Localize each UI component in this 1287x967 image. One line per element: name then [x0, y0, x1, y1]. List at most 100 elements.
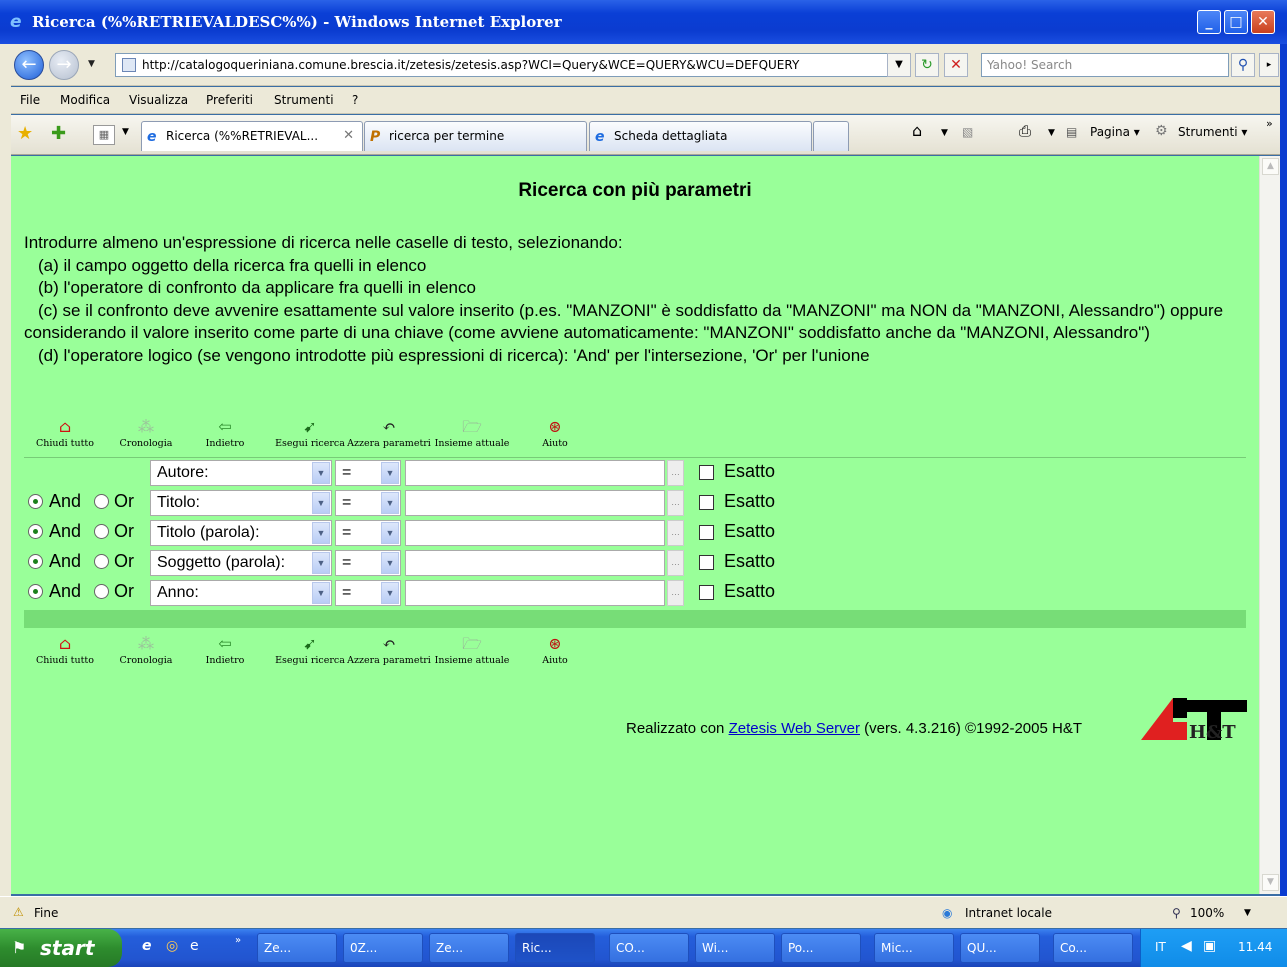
and-radio[interactable] [28, 494, 43, 509]
zetesis-link[interactable]: Zetesis Web Server [729, 720, 860, 737]
home-icon[interactable]: ⌂ [912, 121, 922, 140]
taskbar-button[interactable]: Ze... [429, 933, 509, 963]
help-button[interactable]: ⊛ Aiuto [532, 416, 578, 449]
print-dropdown-icon[interactable]: ▼ [1048, 128, 1055, 138]
field-select[interactable]: Titolo (parola): ▼ [150, 520, 332, 546]
field-select[interactable]: Soggetto (parola): ▼ [150, 550, 332, 576]
operator-select[interactable]: = ▼ [335, 490, 401, 516]
operator-select[interactable]: = ▼ [335, 550, 401, 576]
network-icon[interactable]: ▣ [1203, 938, 1216, 954]
search-term-input[interactable] [405, 520, 665, 546]
field-select[interactable]: Titolo: ▼ [150, 490, 332, 516]
print-icon[interactable]: ⎙ [1019, 122, 1031, 140]
chevron-more-icon[interactable]: » [1266, 117, 1273, 130]
add-favorite-icon[interactable]: ✚ [51, 123, 66, 144]
taskbar-button[interactable]: QU... [960, 933, 1040, 963]
menu-visualizza[interactable]: Visualizza [129, 93, 188, 107]
exact-checkbox[interactable] [699, 585, 714, 600]
refresh-icon[interactable]: ↻ [915, 53, 939, 77]
menu-preferiti[interactable]: Preferiti [206, 93, 253, 107]
exact-checkbox[interactable] [699, 555, 714, 570]
forward-button[interactable]: → [49, 50, 79, 80]
tools-menu-button[interactable]: Strumenti ▾ [1178, 125, 1247, 139]
operator-select[interactable]: = ▼ [335, 580, 401, 606]
operator-select[interactable]: = ▼ [335, 460, 401, 486]
back-page-button[interactable]: ⇦ Indietro [204, 416, 246, 449]
or-radio[interactable] [94, 584, 109, 599]
taskbar-button[interactable]: CO... [609, 933, 689, 963]
page-menu-button[interactable]: Pagina ▾ [1090, 125, 1140, 139]
taskbar-button[interactable]: Co... [1053, 933, 1133, 963]
search-term-input[interactable] [405, 580, 665, 606]
tab-ricerca-per-termine[interactable]: P ricerca per termine [364, 121, 587, 151]
stop-icon[interactable]: ✕ [944, 53, 968, 77]
search-options-icon[interactable]: ▸ [1259, 53, 1279, 77]
quicklaunch-more-icon[interactable]: » [235, 935, 241, 946]
close-button[interactable]: ✕ [1251, 10, 1275, 34]
close-all-button[interactable]: ⌂ Chiudi tutto [34, 633, 96, 666]
lookup-button[interactable]: … [667, 550, 684, 576]
tab-list-icon[interactable]: ▼ [122, 127, 129, 137]
lookup-button[interactable]: … [667, 520, 684, 546]
zoom-level[interactable]: 100% [1190, 906, 1224, 920]
minimize-button[interactable]: _ [1197, 10, 1221, 34]
and-radio[interactable] [28, 584, 43, 599]
ie-quicklaunch-icon[interactable]: e [190, 938, 199, 954]
menu-strumenti[interactable]: Strumenti [274, 93, 334, 107]
address-dropdown-icon[interactable]: ▼ [887, 53, 911, 77]
home-dropdown-icon[interactable]: ▼ [941, 128, 948, 138]
search-term-input[interactable] [405, 550, 665, 576]
history-button[interactable]: ⁂ Cronologia [113, 416, 179, 449]
taskbar-button[interactable]: Mic... [874, 933, 954, 963]
operator-select[interactable]: = ▼ [335, 520, 401, 546]
help-button[interactable]: ⊛ Aiuto [532, 633, 578, 666]
close-all-button[interactable]: ⌂ Chiudi tutto [34, 416, 96, 449]
back-page-button[interactable]: ⇦ Indietro [204, 633, 246, 666]
exact-checkbox[interactable] [699, 465, 714, 480]
feeds-icon[interactable]: ▧ [962, 125, 973, 139]
taskbar-button[interactable]: 0Z... [343, 933, 423, 963]
reset-params-button[interactable]: ↶ Azzera parametri [345, 416, 433, 449]
or-radio[interactable] [94, 494, 109, 509]
zoom-dropdown-icon[interactable]: ▼ [1244, 908, 1251, 918]
and-radio[interactable] [28, 524, 43, 539]
or-radio[interactable] [94, 554, 109, 569]
language-indicator[interactable]: IT [1155, 940, 1166, 954]
run-search-button[interactable]: ➹ Esegui ricerca [270, 633, 350, 666]
and-radio[interactable] [28, 554, 43, 569]
or-radio[interactable] [94, 524, 109, 539]
scroll-up-icon[interactable]: ▲ [1262, 158, 1279, 175]
search-icon[interactable]: ⚲ [1231, 53, 1255, 77]
address-input[interactable]: http://catalogoqueriniana.comune.brescia… [115, 53, 910, 77]
taskbar-button[interactable]: Ze... [257, 933, 337, 963]
ie-quicklaunch-icon[interactable]: e [142, 938, 152, 954]
scroll-down-icon[interactable]: ▼ [1262, 874, 1279, 891]
start-button[interactable]: ⚑ start [0, 929, 122, 967]
taskbar-button[interactable]: Wi... [695, 933, 775, 963]
exact-checkbox[interactable] [699, 525, 714, 540]
field-select[interactable]: Autore: ▼ [150, 460, 332, 486]
menu-modifica[interactable]: Modifica [60, 93, 110, 107]
reset-params-button[interactable]: ↶ Azzera parametri [345, 633, 433, 666]
search-input[interactable]: Yahoo! Search [981, 53, 1229, 77]
back-button[interactable]: ← [14, 50, 44, 80]
tab-ricerca[interactable]: e Ricerca (%%RETRIEVAL... ✕ [141, 121, 363, 151]
current-set-button[interactable]: 🗁 Insieme attuale [429, 416, 515, 449]
quick-tabs-icon[interactable]: ▦ [93, 125, 115, 145]
menu-help[interactable]: ? [352, 93, 358, 107]
favorites-star-icon[interactable]: ★ [17, 123, 33, 144]
search-term-input[interactable] [405, 490, 665, 516]
search-term-input[interactable] [405, 460, 665, 486]
current-set-button[interactable]: 🗁 Insieme attuale [429, 633, 515, 666]
exact-checkbox[interactable] [699, 495, 714, 510]
new-tab-button[interactable] [813, 121, 849, 151]
lookup-button[interactable]: … [667, 460, 684, 486]
lookup-button[interactable]: … [667, 580, 684, 606]
vertical-scrollbar[interactable]: ▲ ▼ [1259, 156, 1280, 894]
tray-expand-icon[interactable]: ◀ [1181, 938, 1192, 954]
field-select[interactable]: Anno: ▼ [150, 580, 332, 606]
maximize-button[interactable]: □ [1224, 10, 1248, 34]
tab-close-icon[interactable]: ✕ [343, 122, 354, 150]
taskbar-button-active[interactable]: Ric... [515, 933, 595, 963]
tab-scheda-dettagliata[interactable]: e Scheda dettagliata [589, 121, 812, 151]
